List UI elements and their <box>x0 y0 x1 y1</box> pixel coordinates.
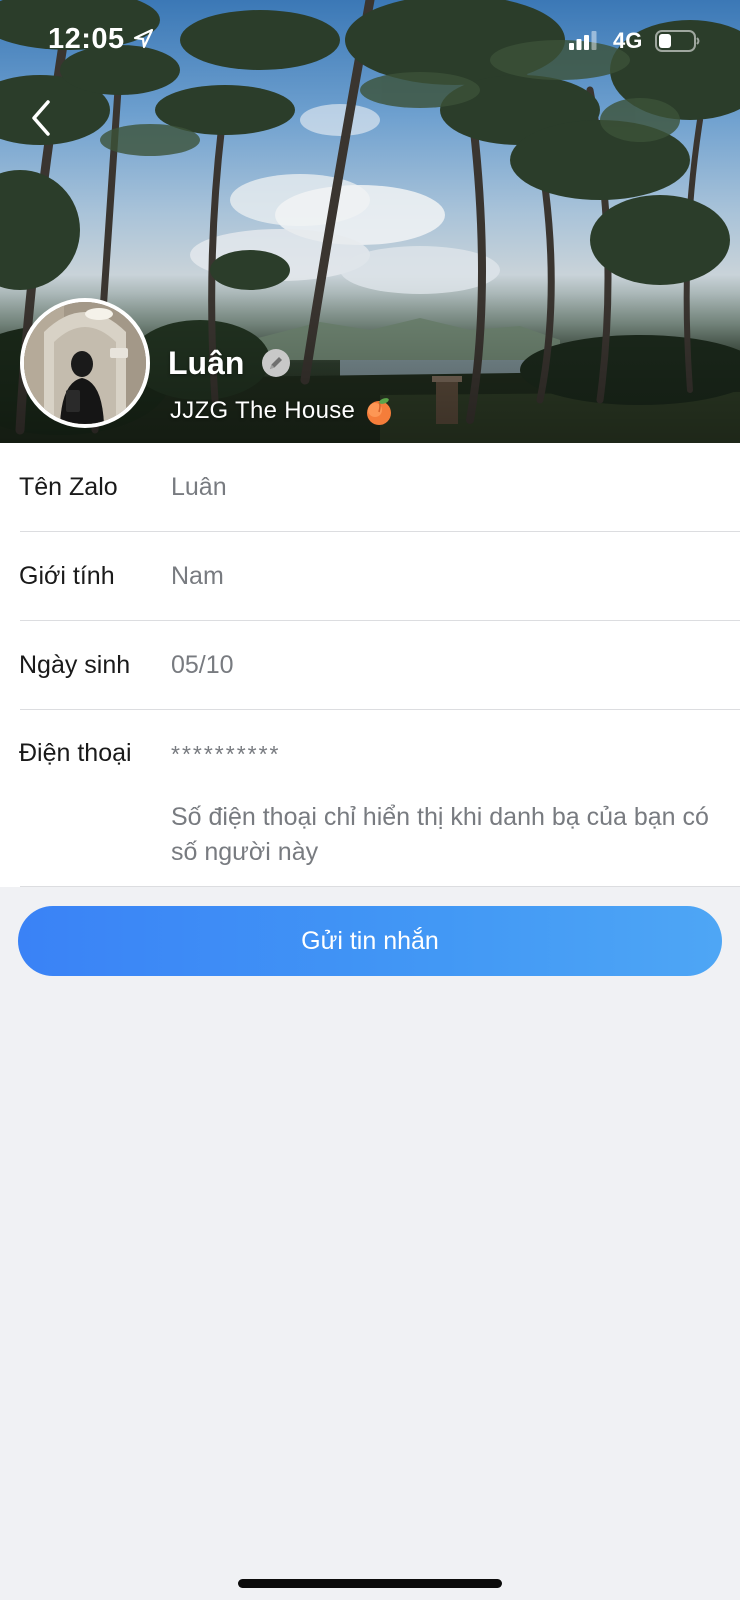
profile-status: JJZG The House <box>170 396 395 426</box>
phone-value: ********** <box>171 741 281 767</box>
location-arrow-icon <box>133 28 154 49</box>
birthday-label: Ngày sinh <box>19 651 131 679</box>
send-message-button[interactable]: Gửi tin nhắn <box>18 906 722 976</box>
avatar-image <box>24 302 146 424</box>
status-text: JJZG The House <box>170 397 356 424</box>
info-row-phone: Điện thoại ********** Số điện thoại chỉ … <box>0 710 740 887</box>
network-type: 4G <box>613 28 643 53</box>
signal-icon <box>569 31 597 50</box>
battery-icon <box>655 30 700 52</box>
phone-visibility-note: Số điện thoại chỉ hiển thị khi danh bạ c… <box>171 803 709 866</box>
info-list: Tên Zalo Luân Giới tính Nam Ngày sinh 05… <box>0 443 740 887</box>
birthday-value: 05/10 <box>171 651 234 679</box>
phone-label: Điện thoại <box>19 739 132 767</box>
pencil-icon[interactable] <box>261 348 291 378</box>
home-indicator[interactable] <box>238 1579 502 1588</box>
zalo-name-label: Tên Zalo <box>19 473 118 501</box>
profile-screen: 12:05 4G Luân JJZG The House Tên Zalo Lu… <box>0 0 740 1600</box>
gender-label: Giới tính <box>19 562 115 590</box>
status-bar: 12:05 4G <box>0 0 740 84</box>
info-row-gender: Giới tính Nam <box>0 532 740 621</box>
back-button[interactable] <box>24 96 64 140</box>
divider <box>20 886 740 887</box>
profile-name: Luân <box>168 345 245 381</box>
gender-value: Nam <box>171 562 224 590</box>
status-time: 12:05 <box>48 23 125 55</box>
chevron-left-icon <box>32 100 50 136</box>
info-row-zalo-name: Tên Zalo Luân <box>0 443 740 532</box>
info-row-birthday: Ngày sinh 05/10 <box>0 621 740 710</box>
zalo-name-value: Luân <box>171 473 227 501</box>
peach-icon <box>367 398 392 425</box>
avatar[interactable] <box>20 298 150 428</box>
